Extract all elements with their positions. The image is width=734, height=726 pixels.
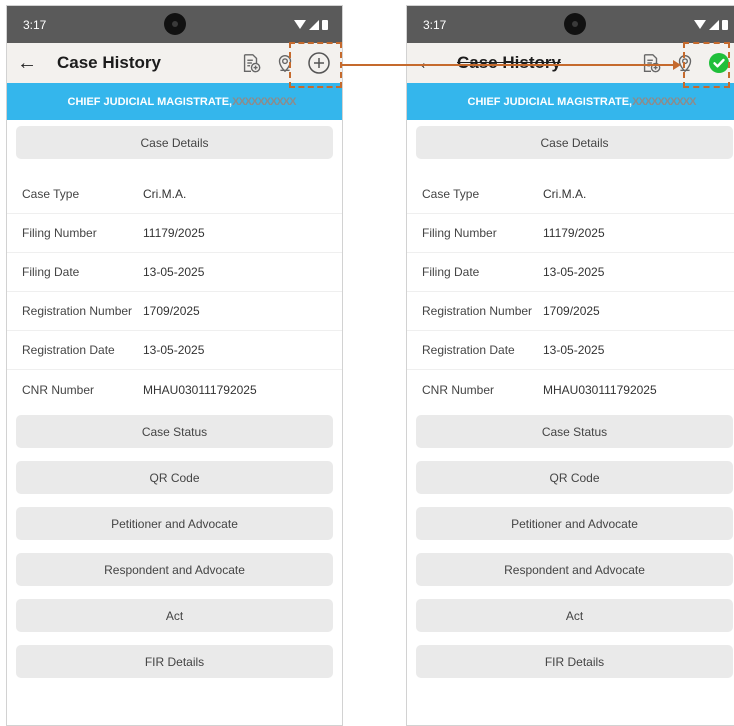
court-redacted: XXXXXXXXXX [632,95,696,108]
qr-code-button[interactable]: QR Code [16,461,333,494]
detail-row: Registration Date 13-05-2025 [407,331,734,370]
detail-label: Registration Date [22,343,115,357]
detail-row: Filing Number 11179/2025 [7,214,342,253]
court-name: CHIEF JUDICIAL MAGISTRATE, [467,95,633,108]
battery-icon [322,19,328,30]
battery-icon [722,19,728,30]
detail-label: Filing Date [22,265,80,279]
status-time: 3:17 [423,17,447,32]
page-title: Case History [57,53,161,72]
detail-row: Registration Date 13-05-2025 [7,331,342,370]
detail-label: CNR Number [422,382,495,397]
case-details-button[interactable]: Case Details [16,126,333,159]
arrow-left-icon[interactable]: ← [17,53,41,73]
page-title: Case History [457,53,561,72]
wifi-icon [294,20,306,29]
detail-value: MHAU030111792025 [143,382,257,397]
arrow-head [673,60,681,70]
detail-label: CNR Number [22,382,95,397]
detail-row: Case Type Cri.M.A. [7,175,342,214]
act-button[interactable]: Act [16,599,333,632]
detail-value: 11179/2025 [543,226,605,240]
section-list: Case Status QR Code Petitioner and Advoc… [7,415,342,678]
arrow-left-icon[interactable]: ← [417,53,441,73]
section-list: Case Status QR Code Petitioner and Advoc… [407,415,734,678]
detail-label: Registration Number [22,304,133,318]
phone-screen-before: 3:17 ← Case History CHIEF JUDICIAL MAGIS… [6,5,343,726]
detail-row: CNR Number MHAU030111792025 [407,370,734,409]
detail-label: Case Type [22,187,80,201]
status-bar: 3:17 [407,6,734,43]
detail-value: Cri.M.A. [143,187,187,201]
case-details-table: Case Type Cri.M.A. Filing Number 11179/202… [7,175,342,409]
detail-value: 13-05-2025 [143,343,205,357]
fir-details-button[interactable]: FIR Details [416,645,733,678]
detail-value: 11179/2025 [143,226,205,240]
detail-label: Case Type [422,187,480,201]
camera-cutout [563,13,586,35]
detail-value: 1709/2025 [143,304,200,318]
detail-value: Cri.M.A. [543,187,587,201]
detail-row: Registration Number 1709/2025 [7,292,342,331]
court-name: CHIEF JUDICIAL MAGISTRATE, [67,95,233,108]
detail-row: Case Type Cri.M.A. [407,175,734,214]
case-details-button[interactable]: Case Details [416,126,733,159]
detail-value: 13-05-2025 [543,343,605,357]
phone-screen-after: 3:17 ← Case History CHIEF JUDICIAL MAGIS… [406,5,734,726]
qr-code-button[interactable]: QR Code [416,461,733,494]
detail-label: Registration Number [422,304,533,318]
status-time: 3:17 [23,17,47,32]
case-status-button[interactable]: Case Status [16,415,333,448]
detail-value: 13-05-2025 [143,265,205,279]
court-banner: CHIEF JUDICIAL MAGISTRATE, XXXXXXXXXX [407,83,734,120]
court-banner: CHIEF JUDICIAL MAGISTRATE, XXXXXXXXXX [7,83,342,120]
signal-icon [309,19,319,30]
detail-row: Filing Number 11179/2025 [407,214,734,253]
document-add-icon[interactable] [236,49,266,77]
highlight-box-before [289,42,342,88]
wifi-icon [694,20,706,29]
connector-line [342,64,673,66]
system-icons [694,19,728,30]
fir-details-button[interactable]: FIR Details [16,645,333,678]
detail-row: Registration Number 1709/2025 [407,292,734,331]
status-bar: 3:17 [7,6,342,43]
respondent-advocate-button[interactable]: Respondent and Advocate [16,553,333,586]
respondent-advocate-button[interactable]: Respondent and Advocate [416,553,733,586]
detail-value: 13-05-2025 [543,265,605,279]
petitioner-advocate-button[interactable]: Petitioner and Advocate [16,507,333,540]
detail-row: Filing Date 13-05-2025 [7,253,342,292]
detail-value: MHAU030111792025 [543,382,657,397]
case-status-button[interactable]: Case Status [416,415,733,448]
highlight-box-after [683,42,730,88]
detail-value: 1709/2025 [543,304,600,318]
petitioner-advocate-button[interactable]: Petitioner and Advocate [416,507,733,540]
detail-label: Registration Date [422,343,515,357]
court-redacted: XXXXXXXXXX [232,95,296,108]
detail-label: Filing Number [22,226,97,240]
system-icons [294,19,328,30]
case-details-table: Case Type Cri.M.A. Filing Number 11179/202… [407,175,734,409]
act-button[interactable]: Act [416,599,733,632]
document-add-icon[interactable] [636,49,666,77]
detail-row: Filing Date 13-05-2025 [407,253,734,292]
detail-label: Filing Number [422,226,497,240]
camera-cutout [163,13,186,35]
detail-label: Filing Date [422,265,480,279]
signal-icon [709,19,719,30]
detail-row: CNR Number MHAU030111792025 [7,370,342,409]
